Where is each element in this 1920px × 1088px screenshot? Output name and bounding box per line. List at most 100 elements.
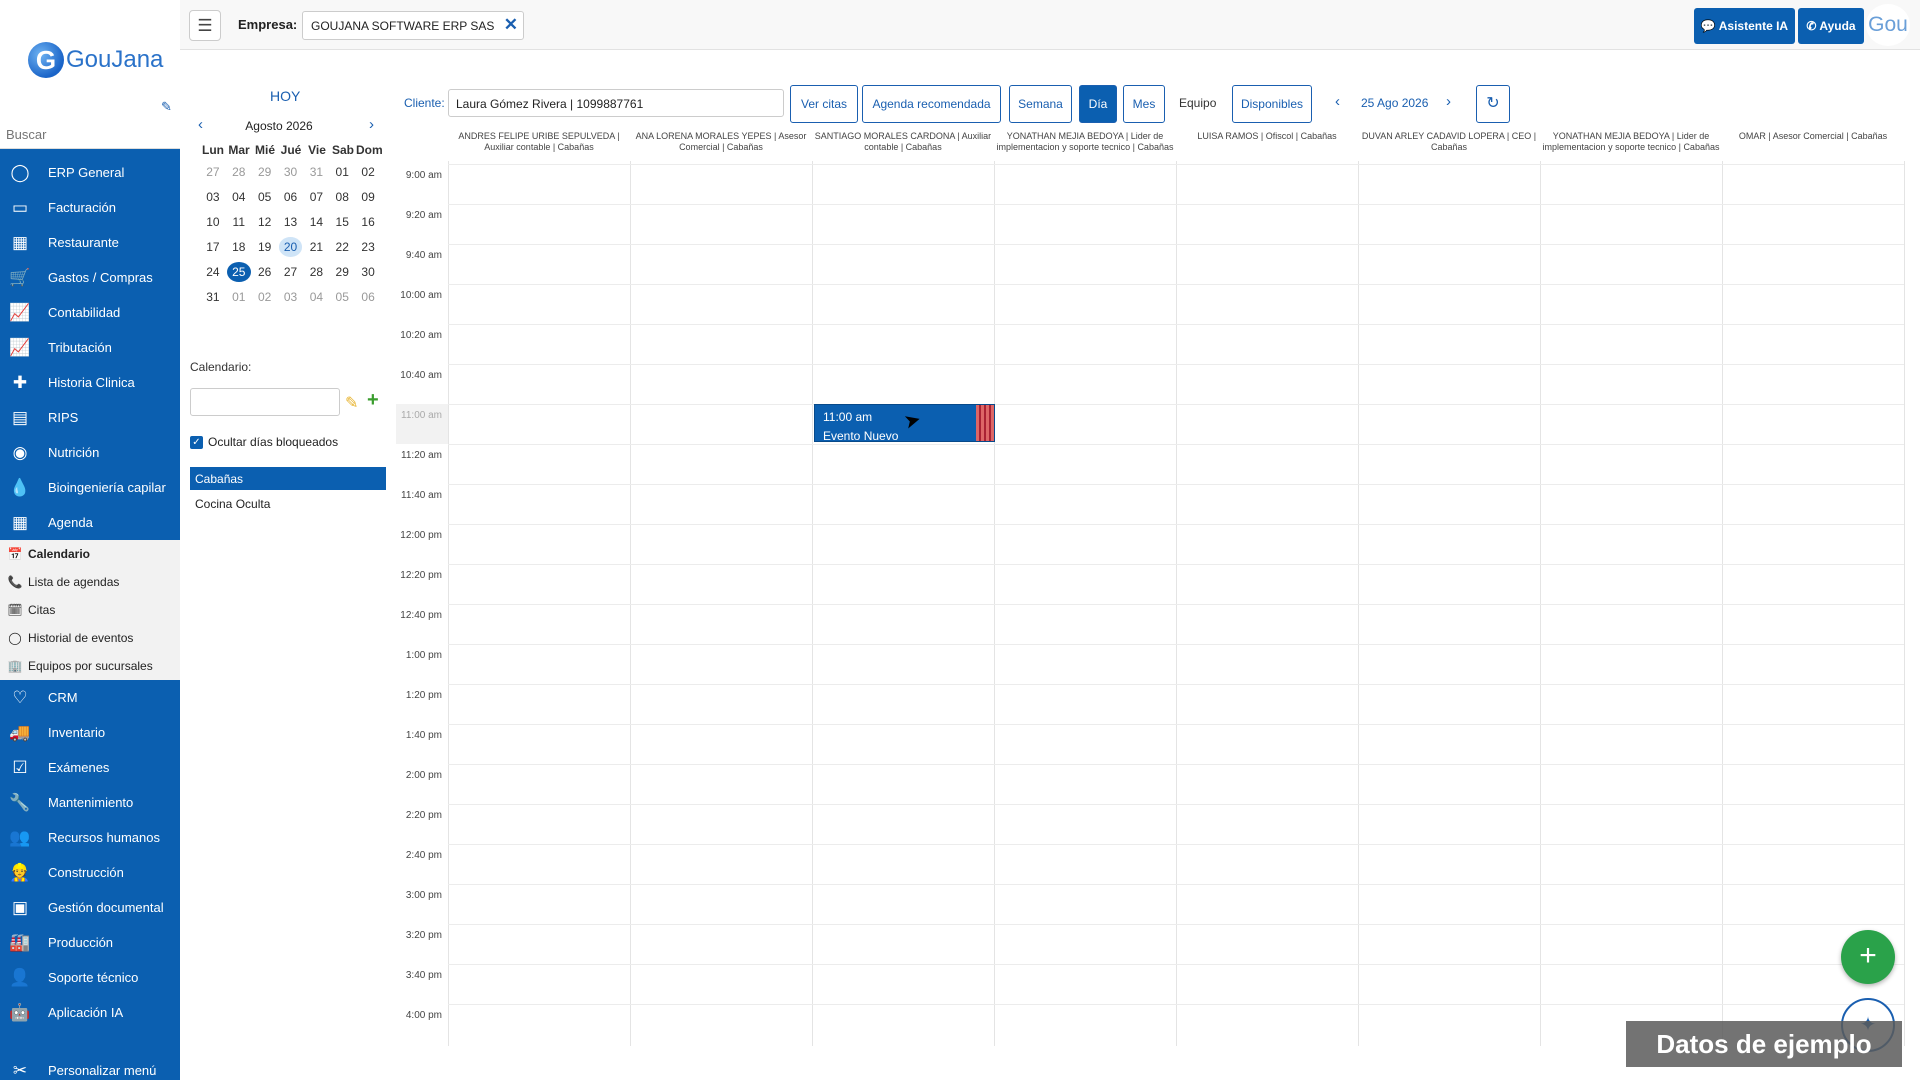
day-cell[interactable]: 08 [330, 187, 354, 207]
prev-day-icon[interactable]: ‹ [1335, 93, 1340, 110]
column-header[interactable]: ANDRES FELIPE URIBE SEPULVEDA | Auxiliar… [448, 131, 630, 161]
search-input[interactable] [6, 127, 174, 142]
day-cell[interactable]: 19 [253, 237, 277, 257]
day-cell[interactable]: 12 [253, 212, 277, 232]
day-cell[interactable]: 02 [253, 287, 277, 307]
menu-item-mantenimiento[interactable]: 🔧 Mantenimiento [0, 785, 180, 820]
menu-item-nutrici-n[interactable]: ◉ Nutrición [0, 435, 180, 470]
day-cell[interactable]: 18 [227, 237, 251, 257]
day-cell[interactable]: 06 [356, 287, 380, 307]
day-cell[interactable]: 05 [330, 287, 354, 307]
menu-item-facturaci-n[interactable]: ▭ Facturación [0, 190, 180, 225]
day-cell[interactable]: 03 [279, 287, 303, 307]
checkbox-icon[interactable]: ✓ [190, 435, 203, 449]
day-cell[interactable]: 24 [201, 262, 225, 282]
day-cell[interactable]: 11 [227, 212, 251, 232]
day-cell[interactable]: 14 [304, 212, 328, 232]
day-cell[interactable]: 28 [304, 262, 328, 282]
day-cell[interactable]: 13 [279, 212, 303, 232]
day-cell[interactable]: 10 [201, 212, 225, 232]
menu-item-rips[interactable]: ▤ RIPS [0, 400, 180, 435]
day-cell[interactable]: 22 [330, 237, 354, 257]
day-cell[interactable]: 07 [304, 187, 328, 207]
disponibles-button[interactable]: Disponibles [1232, 85, 1312, 123]
event-resize-handle[interactable] [976, 405, 994, 441]
refresh-button[interactable]: ↻ [1476, 85, 1510, 123]
day-cell[interactable]: 25 [226, 261, 251, 282]
hamburger-menu-icon[interactable]: ☰ [189, 10, 221, 41]
mes-button[interactable]: Mes [1123, 85, 1165, 123]
ayuda-button[interactable]: ✆ Ayuda [1798, 8, 1864, 44]
menu-item-erp-general[interactable]: ◯ ERP General [0, 155, 180, 190]
add-calendar-icon[interactable]: + [367, 389, 379, 412]
ocultar-checkbox[interactable]: ✓ Ocultar días bloqueados [190, 435, 338, 449]
submenu-item-calendario[interactable]: 📅 Calendario [0, 540, 180, 568]
menu-item-tributaci-n[interactable]: 📈 Tributación [0, 330, 180, 365]
submenu-item-citas[interactable]: 🗓 Citas [0, 596, 180, 624]
menu-item-gastos-compras[interactable]: 🛒 Gastos / Compras [0, 260, 180, 295]
menu-item-gesti-n-documental[interactable]: ▣ Gestión documental [0, 890, 180, 925]
day-cell[interactable]: 27 [201, 162, 225, 182]
menu-item-agenda[interactable]: ▦ Agenda [0, 505, 180, 540]
ver-citas-button[interactable]: Ver citas [790, 85, 858, 123]
menu-item-personalizar[interactable]: ✂ Personalizar menú [0, 1053, 180, 1088]
day-cell[interactable]: 31 [201, 287, 225, 307]
day-cell[interactable]: 16 [356, 212, 380, 232]
column-header[interactable]: YONATHAN MEJIA BEDOYA | Lider de impleme… [1540, 131, 1722, 161]
agenda-recomendada-button[interactable]: Agenda recomendada [862, 85, 1001, 123]
submenu-item-historial-de-eventos[interactable]: ◯ Historial de eventos [0, 624, 180, 652]
sidebar-search[interactable] [0, 121, 180, 149]
menu-item-bioingenier-a-capilar[interactable]: 💧 Bioingeniería capilar [0, 470, 180, 505]
column-header[interactable]: LUISA RAMOS | Ofiscol | Cabañas [1176, 131, 1358, 161]
day-cell[interactable]: 30 [356, 262, 380, 282]
next-month-icon[interactable]: › [369, 116, 374, 133]
day-cell[interactable]: 09 [356, 187, 380, 207]
submenu-item-lista-de-agendas[interactable]: 📞 Lista de agendas [0, 568, 180, 596]
menu-item-recursos-humanos[interactable]: 👥 Recursos humanos [0, 820, 180, 855]
day-cell[interactable]: 15 [330, 212, 354, 232]
calendar-list-item[interactable]: Cabañas [190, 467, 386, 490]
edit-pencil-icon[interactable]: ✎ [161, 99, 172, 115]
calendar-list-item[interactable]: Cocina Oculta [190, 492, 386, 514]
day-cell[interactable]: 06 [279, 187, 303, 207]
column-header[interactable]: OMAR | Asesor Comercial | Cabañas [1722, 131, 1904, 161]
next-day-icon[interactable]: › [1446, 93, 1451, 110]
menu-item-contabilidad[interactable]: 📈 Contabilidad [0, 295, 180, 330]
day-cell[interactable]: 01 [227, 287, 251, 307]
add-event-button[interactable]: + [1841, 930, 1895, 984]
prev-month-icon[interactable]: ‹ [198, 116, 203, 133]
edit-pencil-icon[interactable]: ✎ [345, 393, 358, 413]
day-cell[interactable]: 26 [253, 262, 277, 282]
empresa-select[interactable]: GOUJANA SOFTWARE ERP SAS ✕ [302, 11, 524, 40]
menu-item-aplicaci-n-ia[interactable]: 🤖 Aplicación IA [0, 995, 180, 1030]
semana-button[interactable]: Semana [1009, 85, 1072, 123]
day-cell[interactable]: 29 [330, 262, 354, 282]
day-cell[interactable]: 03 [201, 187, 225, 207]
menu-item-soporte-t-cnico[interactable]: 👤 Soporte técnico [0, 960, 180, 995]
day-cell[interactable]: 21 [304, 237, 328, 257]
submenu-item-equipos-por-sucursales[interactable]: 🏢 Equipos por sucursales [0, 652, 180, 680]
calendario-input[interactable] [190, 388, 340, 416]
column-header[interactable]: YONATHAN MEJIA BEDOYA | Lider de impleme… [994, 131, 1176, 161]
day-cell[interactable]: 20 [278, 236, 303, 257]
column-header[interactable]: SANTIAGO MORALES CARDONA | Auxiliar cont… [812, 131, 994, 161]
day-cell[interactable]: 17 [201, 237, 225, 257]
day-cell[interactable]: 27 [279, 262, 303, 282]
equipo-label[interactable]: Equipo [1179, 96, 1216, 110]
day-cell[interactable]: 23 [356, 237, 380, 257]
menu-item-producci-n[interactable]: 🏭 Producción [0, 925, 180, 960]
dia-button[interactable]: Día [1079, 85, 1117, 123]
menu-item-restaurante[interactable]: ▦ Restaurante [0, 225, 180, 260]
day-cell[interactable]: 04 [227, 187, 251, 207]
day-cell[interactable]: 02 [356, 162, 380, 182]
menu-item-crm[interactable]: ♡ CRM [0, 680, 180, 715]
asistente-ia-button[interactable]: 💬 Asistente IA [1694, 8, 1795, 44]
column-header[interactable]: DUVAN ARLEY CADAVID LOPERA | CEO | Cabañ… [1358, 131, 1540, 161]
cliente-input[interactable]: Laura Gómez Rivera | 1099887761 [448, 89, 784, 117]
day-cell[interactable]: 28 [227, 162, 251, 182]
today-button[interactable]: HOY [270, 88, 300, 104]
day-cell[interactable]: 29 [253, 162, 277, 182]
day-cell[interactable]: 04 [304, 287, 328, 307]
menu-item-construcci-n[interactable]: 👷 Construcción [0, 855, 180, 890]
day-cell[interactable]: 05 [253, 187, 277, 207]
